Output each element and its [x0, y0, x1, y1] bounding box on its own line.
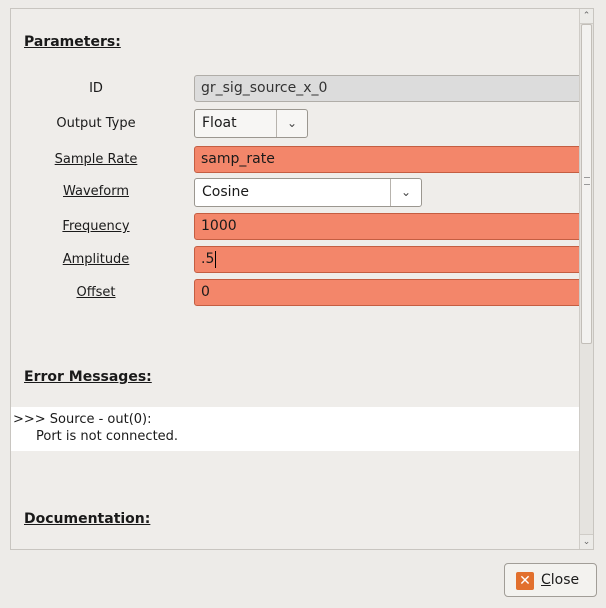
output-type-select[interactable]: Float ⌄	[194, 109, 308, 138]
sample-rate-label: Sample Rate	[54, 152, 138, 167]
documentation-heading: Documentation:	[24, 511, 151, 527]
error-messages-heading: Error Messages:	[24, 369, 152, 385]
scroll-up-icon[interactable]: ⌃	[580, 9, 593, 24]
offset-label: Offset	[76, 285, 116, 300]
frequency-field[interactable]: 1000	[194, 213, 587, 240]
sample-rate-field[interactable]: samp_rate	[194, 146, 587, 173]
id-field[interactable]: gr_sig_source_x_0	[194, 75, 587, 102]
close-icon: ✕	[516, 572, 534, 590]
scroll-down-icon[interactable]: ⌄	[580, 534, 593, 549]
grip-icon	[584, 177, 590, 185]
offset-field[interactable]: 0	[194, 279, 587, 306]
error-line-1: >>> Source - out(0):	[13, 412, 152, 427]
parameters-heading: Parameters:	[24, 34, 121, 50]
output-type-value: Float	[202, 115, 237, 131]
error-line-2: Port is not connected.	[36, 429, 179, 444]
waveform-label: Waveform	[63, 184, 129, 199]
chevron-down-icon[interactable]: ⌄	[390, 179, 421, 206]
chevron-down-icon[interactable]: ⌄	[276, 110, 307, 137]
output-type-label: Output Type	[56, 116, 136, 131]
id-label: ID	[89, 81, 103, 96]
waveform-value: Cosine	[202, 184, 250, 200]
waveform-select[interactable]: Cosine ⌄	[194, 178, 422, 207]
vertical-scrollbar[interactable]: ⌃ ⌄	[579, 9, 593, 549]
error-messages-box: >>> Source - out(0): Port is not connect…	[11, 407, 593, 451]
text-cursor	[215, 250, 217, 268]
properties-panel: Parameters: ID gr_sig_source_x_0 Output …	[10, 8, 594, 550]
close-label: Close	[541, 572, 580, 588]
scroll-thumb[interactable]	[581, 24, 592, 344]
frequency-label: Frequency	[62, 219, 130, 234]
amplitude-field[interactable]: .5	[194, 246, 587, 273]
amplitude-value: .5	[201, 251, 215, 267]
close-button[interactable]: ✕ Close	[504, 563, 597, 597]
amplitude-label: Amplitude	[62, 252, 130, 267]
